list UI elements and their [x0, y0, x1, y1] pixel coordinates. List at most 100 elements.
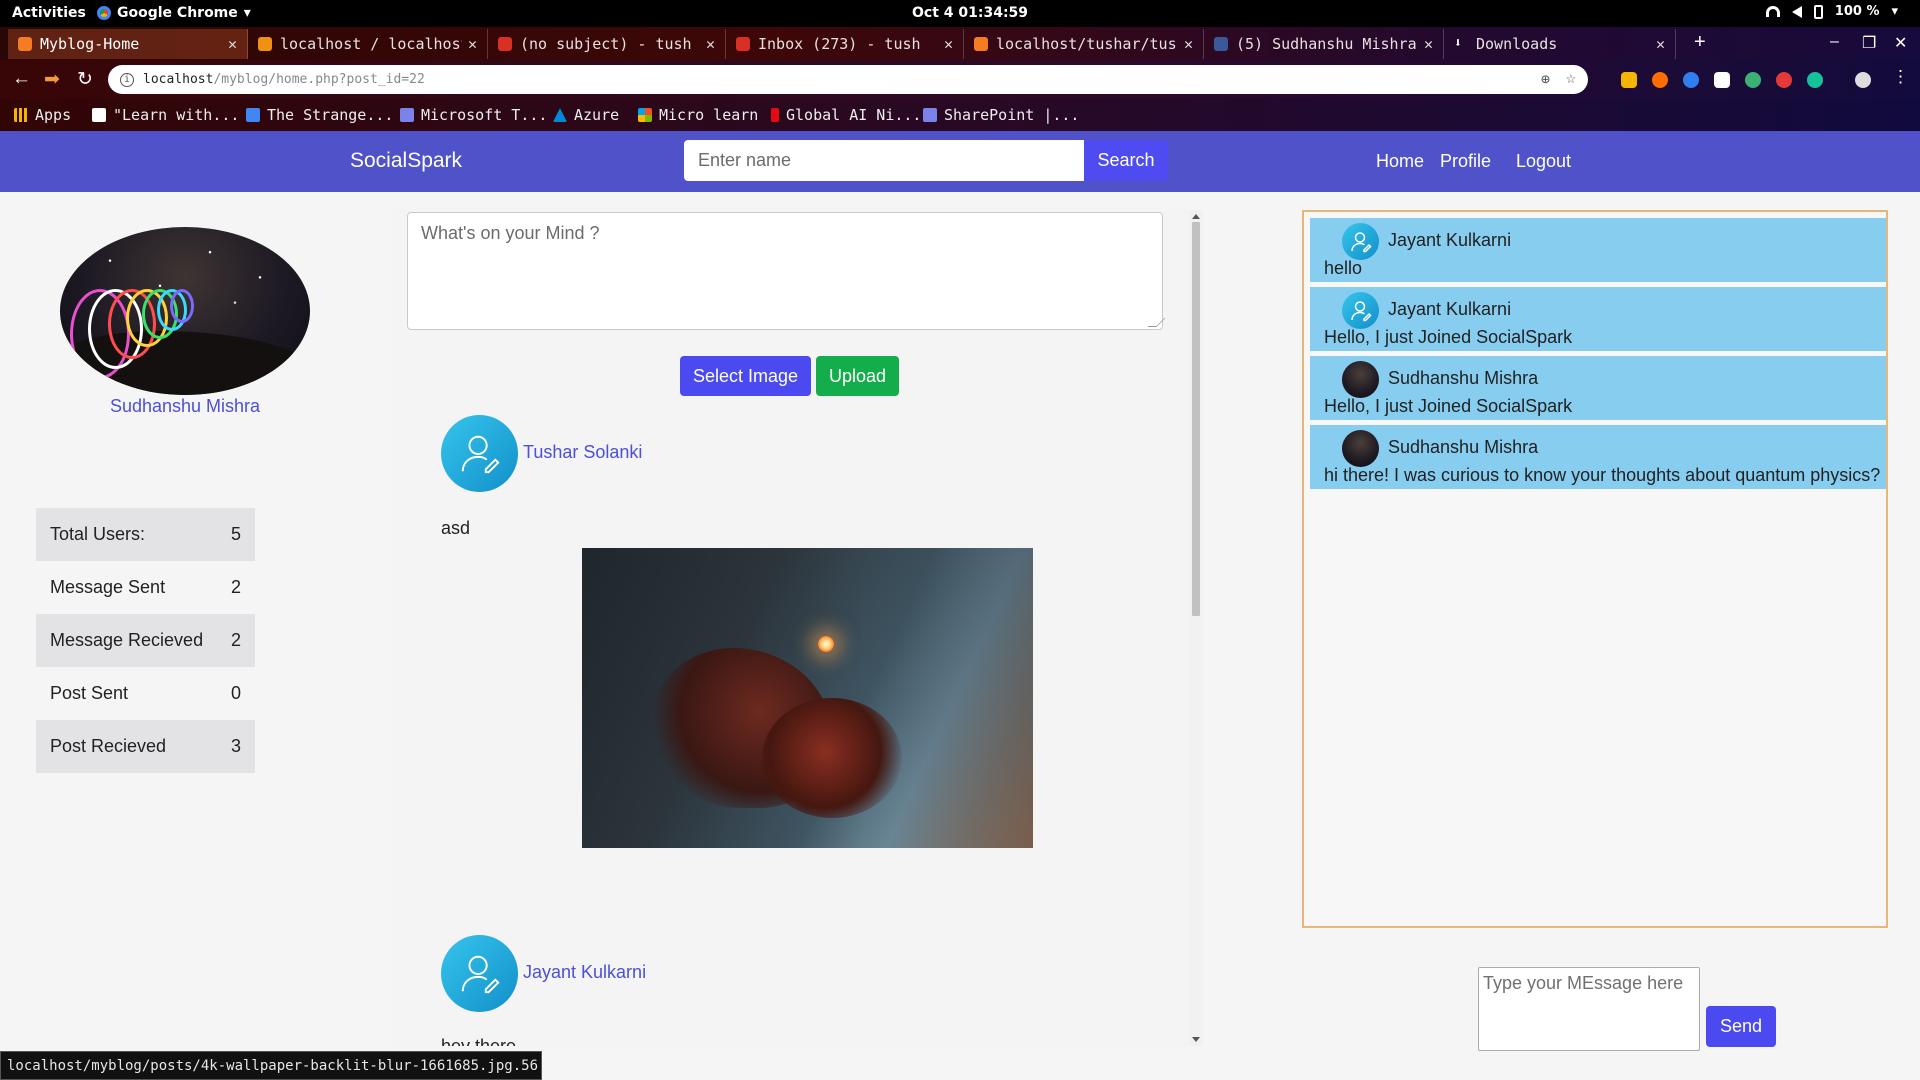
feed-scrollbar[interactable] [1189, 210, 1203, 1046]
bookmark-label: Global AI Ni... [786, 106, 922, 124]
link-status-bar: localhost/myblog/posts/4k-wallpaper-back… [0, 1051, 542, 1080]
bookmark-sharepoint[interactable]: SharePoint |... [923, 99, 1079, 131]
close-tab-icon[interactable]: ✕ [1656, 35, 1665, 53]
bookmark-global-ai[interactable]: Global AI Ni... [771, 99, 921, 131]
tab-downloads[interactable]: ⬇ Downloads ✕ [1444, 29, 1676, 59]
scroll-up-icon[interactable] [1192, 214, 1200, 219]
profile-avatar-icon[interactable] [1855, 72, 1871, 88]
zoom-icon[interactable]: ⊕ [1541, 70, 1550, 88]
close-tab-icon[interactable]: ✕ [1424, 35, 1433, 53]
nav-logout[interactable]: Logout [1516, 151, 1571, 172]
grammarly-icon[interactable] [1807, 72, 1823, 88]
address-bar[interactable]: i localhost/myblog/home.php?post_id=22 ⊕… [108, 65, 1588, 94]
info-icon[interactable]: i [120, 72, 134, 87]
forward-arrow-icon[interactable]: ➡ [44, 68, 60, 91]
chat-text: Hello, I just Joined SocialSpark [1324, 396, 1573, 416]
caret-down-icon: ▾ [1891, 4, 1898, 19]
activities-button[interactable]: Activities [12, 5, 86, 21]
bookmark-micro-learn[interactable]: Micro learn [638, 99, 758, 131]
post-text: hey there [441, 1036, 517, 1046]
reload-icon[interactable]: ↻ [77, 68, 93, 91]
send-button[interactable]: Send [1706, 1006, 1776, 1047]
toolbar: ← ➡ ↻ i localhost/myblog/home.php?post_i… [0, 60, 1920, 99]
search-button[interactable]: Search [1084, 140, 1168, 181]
bookmark-label: Micro learn [659, 106, 759, 124]
tab-facebook[interactable]: (5) Sudhanshu Mishra ✕ [1204, 29, 1444, 59]
url-host: localhost [143, 72, 214, 87]
profile-name[interactable]: Sudhanshu Mishra [60, 396, 310, 417]
nav-home[interactable]: Home [1376, 151, 1424, 172]
extension-icon[interactable] [1776, 72, 1792, 88]
close-tab-icon[interactable]: ✕ [1184, 35, 1193, 53]
nav-profile[interactable]: Profile [1440, 151, 1491, 172]
close-window-icon[interactable]: ✕ [1894, 33, 1907, 53]
bookmark-label: Apps [35, 106, 72, 124]
stats-list: Total Users: 5 Message Sent 2 Message Re… [36, 508, 255, 773]
brand-logo[interactable]: SocialSpark [350, 149, 462, 173]
tab-title: localhost/tushar/tush [996, 35, 1178, 53]
clock[interactable]: Oct 4 01:34:59 [912, 5, 1028, 21]
extension-icon[interactable] [1714, 72, 1730, 88]
close-tab-icon[interactable]: ✕ [468, 35, 477, 53]
chat-text: hi there! I was curious to know your tho… [1324, 465, 1881, 485]
bookmark-icon [92, 108, 106, 122]
bookmark-azure[interactable]: Azure [553, 99, 619, 131]
download-icon: ⬇ [1454, 36, 1462, 51]
extension-icon[interactable] [1745, 72, 1761, 88]
bookmark-apps[interactable]: Apps [14, 99, 71, 131]
extension-icon[interactable] [1621, 72, 1637, 88]
bookmark-microsoft-teams[interactable]: Microsoft T... [400, 99, 547, 131]
user-avatar-icon[interactable] [441, 935, 518, 1012]
bookmark-label: SharePoint |... [944, 106, 1080, 124]
close-tab-icon[interactable]: ✕ [228, 35, 237, 53]
select-image-button[interactable]: Select Image [680, 356, 811, 396]
tab-localhost-tushar[interactable]: localhost/tushar/tush ✕ [964, 29, 1204, 59]
user-avatar-icon[interactable] [441, 415, 518, 492]
profile-picture[interactable] [60, 227, 310, 395]
chat-message-input[interactable] [1478, 967, 1700, 1051]
app-menu[interactable]: Google Chrome ▾ [97, 5, 251, 21]
tab-myblog-home[interactable]: Myblog-Home ✕ [8, 29, 248, 59]
post-image[interactable] [582, 548, 1033, 848]
bookmark-the-strange[interactable]: The Strange... [246, 99, 393, 131]
chat-panel[interactable]: Jayant Kulkarni hello Jayant Kulkarni He… [1302, 210, 1888, 928]
kebab-menu-icon[interactable]: ⋮ [1892, 67, 1909, 87]
extension-icon[interactable] [1652, 72, 1668, 88]
post-composer-input[interactable] [407, 212, 1163, 330]
system-menu[interactable]: 100 % ▾ [1765, 4, 1898, 19]
bookmark-label: The Strange... [267, 106, 394, 124]
stat-row: Message Recieved 2 [36, 614, 255, 667]
extension-icon[interactable] [1683, 72, 1699, 88]
new-tab-button[interactable]: + [1694, 31, 1706, 54]
close-tab-icon[interactable]: ✕ [944, 35, 953, 53]
url-path: /myblog/home.php?post_id=22 [213, 72, 425, 87]
tab-title: localhost / localhost [280, 35, 462, 53]
bookmark-star-icon[interactable]: ☆ [1566, 68, 1576, 88]
tab-gmail-draft[interactable]: (no subject) - tush ✕ [488, 29, 726, 59]
restore-icon[interactable]: ❐ [1862, 33, 1876, 53]
scroll-down-icon[interactable] [1192, 1037, 1200, 1042]
tab-gmail-inbox[interactable]: Inbox (273) - tush ✕ [726, 29, 964, 59]
chat-message: Sudhanshu Mishra hi there! I was curious… [1310, 425, 1886, 489]
avatar [1342, 430, 1379, 467]
post-author-link[interactable]: Tushar Solanki [523, 442, 642, 463]
facebook-favicon-icon [1214, 37, 1228, 51]
upload-button[interactable]: Upload [816, 356, 899, 396]
stat-value: 3 [230, 736, 241, 756]
post-author-link[interactable]: Jayant Kulkarni [523, 962, 646, 983]
search-input[interactable] [684, 140, 1084, 181]
stat-value: 5 [230, 524, 241, 544]
phpmyadmin-favicon-icon [258, 37, 272, 51]
minimize-icon[interactable]: – [1830, 33, 1839, 51]
tab-phpmyadmin[interactable]: localhost / localhost ✕ [248, 29, 488, 59]
tab-strip: Myblog-Home ✕ localhost / localhost ✕ (n… [0, 27, 1920, 60]
back-arrow-icon[interactable]: ← [12, 68, 31, 90]
post-feed: Select Image Upload Tushar Solanki asd J… [390, 210, 1200, 1046]
bookmark-learn-with[interactable]: "Learn with... [92, 99, 239, 131]
stat-value: 0 [230, 683, 241, 703]
scrollbar-thumb[interactable] [1192, 222, 1200, 616]
wifi-icon [1765, 6, 1780, 17]
close-tab-icon[interactable]: ✕ [706, 35, 715, 53]
tab-title: Myblog-Home [40, 35, 140, 53]
tab-title: Downloads [1476, 35, 1558, 53]
